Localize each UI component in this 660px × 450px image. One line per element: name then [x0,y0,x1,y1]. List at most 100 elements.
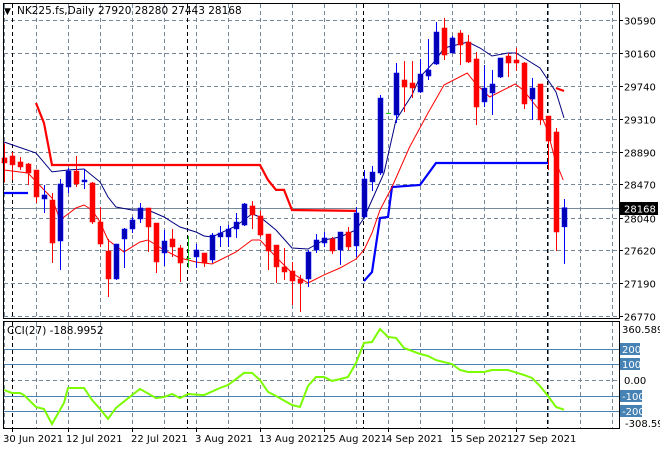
candle [169,228,176,257]
candle-body [321,237,328,244]
current-price-label: 28168 [624,205,656,216]
candle [465,35,472,63]
candle [241,202,248,227]
candle [449,35,456,54]
candle-body [81,179,88,183]
candle-body [369,171,376,183]
candle-body [337,231,344,251]
candle-body [121,228,128,240]
candle-body [441,27,448,56]
cci-level-label: -200 [622,407,645,418]
candle-body [473,58,480,108]
candle-body [529,87,536,100]
cci-level-label: 100 [622,360,641,371]
candle-body [329,238,336,252]
candle [297,274,304,312]
candle [193,244,200,268]
date-label: 30 Jun 2021 [3,434,63,445]
candle-body [281,266,288,273]
candle-body [313,239,320,251]
candle [249,201,256,229]
cci-min-label: -308.593 [625,419,660,430]
candle [217,226,224,248]
price-label: 30590 [624,17,656,28]
candle-body [305,251,312,280]
candle [57,179,64,270]
candle [441,17,448,60]
date-axis: 30 Jun 2021 12 Jul 2021 22 Jul 2021 3 Aug 2… [3,428,576,445]
candle [105,238,112,298]
candle-body [353,212,360,247]
cci-panel-border [3,321,620,429]
candle-body [25,163,32,174]
candle-body [401,79,408,88]
price-chart[interactable]: ▼ NK225.fs,Daily 27920 28280 27443 28168… [0,0,660,450]
date-label: 27 Sep 2021 [513,434,576,445]
date-label: 22 Jul 2021 [131,434,188,445]
triangle-down-icon[interactable]: ▼ [4,7,11,17]
candle-body [186,257,191,259]
candle-body [161,240,168,254]
price-label: 26770 [624,313,656,324]
candle-body [513,59,520,64]
candle [153,222,160,273]
candle [361,170,368,218]
candle-body [89,182,96,223]
cci-line [3,327,565,427]
candle-body [297,278,304,284]
candle-body [489,83,496,94]
candle-body [561,207,568,228]
date-label: 13 Aug 2021 [259,434,323,445]
candle-body [73,170,80,185]
candle [321,232,328,248]
price-label: 28470 [624,181,656,192]
candle [369,165,376,192]
candle [473,51,480,125]
price-label: 27620 [624,247,656,258]
candle-body [225,228,232,238]
candle [9,152,16,181]
candle [337,231,344,265]
candle [33,169,40,204]
candle-body [105,250,112,280]
candle [73,155,80,187]
candle [345,226,352,250]
slow-moving-average [3,72,564,284]
candle-body [521,62,528,105]
candle-body [505,55,512,64]
candle-body [273,244,280,268]
candle-body [177,247,184,264]
candle [409,60,416,99]
candle-body [386,112,391,114]
ohlc-label: 27920 28280 27443 28168 [98,5,242,17]
candle [353,206,360,257]
candle [497,57,504,79]
candle-body [497,57,504,78]
candle-body [1,157,8,164]
candle-body [345,231,352,248]
candle [49,193,56,263]
candle [233,212,240,238]
candle [529,78,536,120]
upper-channel-line [555,86,565,93]
cci-level-label: 0.00 [624,376,646,387]
candle-body [481,87,488,103]
candle-body [425,69,432,77]
candle-body [233,221,240,230]
fast-moving-average [3,41,565,250]
candle [386,112,391,114]
symbol-label: NK225.fs,Daily [17,5,94,17]
candle-body [65,170,72,188]
candle-body [145,207,152,228]
candle-body [433,31,440,65]
candle [417,58,424,93]
candle-body [361,178,368,218]
candle-body [41,194,48,200]
candle-body [57,183,64,242]
main-panel-border [3,3,620,319]
cci-series [3,327,565,427]
price-label: 29740 [624,83,656,94]
price-axis: 30590 30160 29740 29310 28890 28470 28040 27620… [619,17,658,324]
lower-channel-line [363,161,548,282]
price-label: 29310 [624,116,656,127]
